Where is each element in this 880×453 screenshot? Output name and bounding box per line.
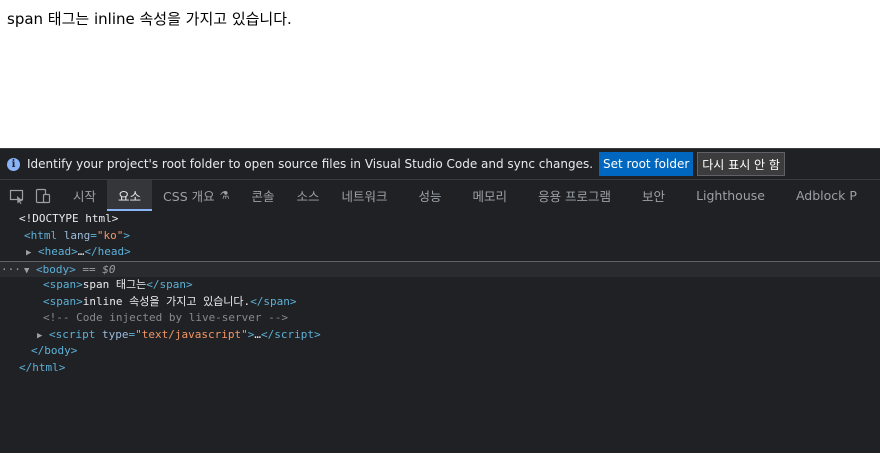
tab-sources[interactable]: 소스 (286, 180, 331, 211)
dom-tree: <!DOCTYPE html> <html lang="ko"> ▶ <head… (0, 211, 880, 453)
dom-node-comment[interactable]: <!-- Code injected by live-server --> (0, 310, 880, 327)
tab-network[interactable]: 네트워크 (331, 180, 408, 211)
dom-node-body[interactable]: ··· ▼ <body> == $0 (0, 260, 880, 279)
dom-node-head[interactable]: ▶ <head>…</head> (0, 244, 880, 261)
inspect-element-icon[interactable] (6, 180, 28, 211)
tab-performance[interactable]: 성능 (408, 180, 462, 211)
tab-adblock[interactable]: Adblock P (785, 180, 868, 211)
set-root-folder-button[interactable]: Set root folder (599, 152, 694, 176)
expand-arrow-icon[interactable]: ▶ (26, 248, 31, 258)
device-toolbar-icon[interactable] (32, 180, 54, 211)
dom-node-html[interactable]: <html lang="ko"> (0, 228, 880, 245)
dom-node-span-2[interactable]: <span>inline 속성을 가지고 있습니다.</span> (0, 294, 880, 311)
devtools-tabbar: 시작 요소 CSS 개요 ⚗ 콘솔 소스 네트워크 성능 메모리 응용 프로그램 … (0, 180, 880, 211)
tab-memory[interactable]: 메모리 (462, 180, 528, 211)
more-options-icon[interactable]: ··· (1, 262, 21, 279)
infobar: i Identify your project's root folder to… (0, 148, 880, 180)
page-content: span 태그는 inline 속성을 가지고 있습니다. (0, 0, 880, 148)
tab-console[interactable]: 콘솔 (240, 180, 285, 211)
tab-css-overview[interactable]: CSS 개요 ⚗ (152, 180, 240, 211)
expand-arrow-icon[interactable]: ▶ (37, 331, 42, 341)
dom-node-script[interactable]: ▶ <script type="text/javascript">…</scri… (0, 327, 880, 344)
info-icon: i (7, 157, 20, 171)
collapse-arrow-icon[interactable]: ▼ (24, 266, 29, 276)
tab-security[interactable]: 보안 (631, 180, 685, 211)
dom-node-span-1[interactable]: <span>span 태그는</span> (0, 277, 880, 294)
tab-elements[interactable]: 요소 (107, 180, 153, 211)
page-text: span 태그는 inline 속성을 가지고 있습니다. (7, 10, 292, 28)
dont-show-again-button[interactable]: 다시 표시 안 함 (697, 152, 785, 176)
tab-application[interactable]: 응용 프로그램 (527, 180, 631, 211)
tab-lighthouse[interactable]: Lighthouse (685, 180, 785, 211)
dom-node-doctype[interactable]: <!DOCTYPE html> (0, 211, 880, 228)
flask-icon: ⚗ (219, 189, 230, 202)
tab-start[interactable]: 시작 (62, 180, 107, 211)
infobar-message: Identify your project's root folder to o… (27, 157, 594, 171)
dom-node-body-close[interactable]: </body> (0, 343, 880, 360)
dom-node-html-close[interactable]: </html> (0, 360, 880, 377)
devtools-panel: i Identify your project's root folder to… (0, 148, 880, 453)
